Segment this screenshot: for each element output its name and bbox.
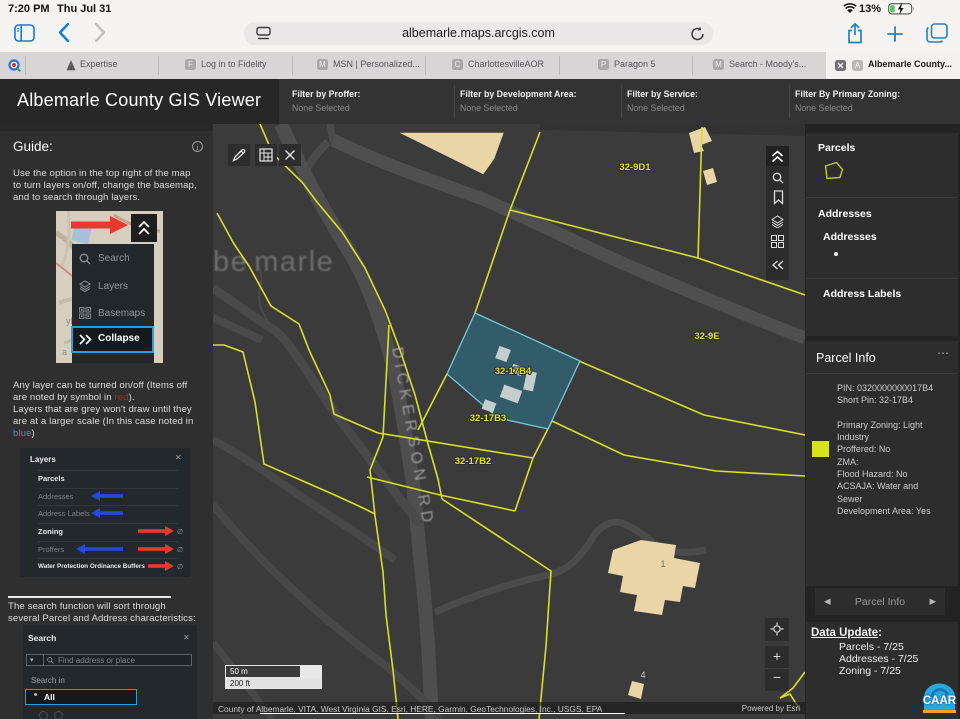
svg-text:4: 4 [640, 670, 645, 680]
svg-text:a: a [62, 347, 67, 357]
svg-text:bemarle: bemarle [213, 246, 334, 278]
svg-text:32-17B3: 32-17B3 [470, 413, 506, 424]
svg-text:32-17B2: 32-17B2 [455, 456, 491, 467]
svg-text:32-9D1: 32-9D1 [619, 162, 651, 173]
svg-text:32-17B4: 32-17B4 [495, 366, 532, 377]
svg-text:32-9E: 32-9E [694, 331, 719, 342]
svg-text:1: 1 [660, 559, 665, 569]
